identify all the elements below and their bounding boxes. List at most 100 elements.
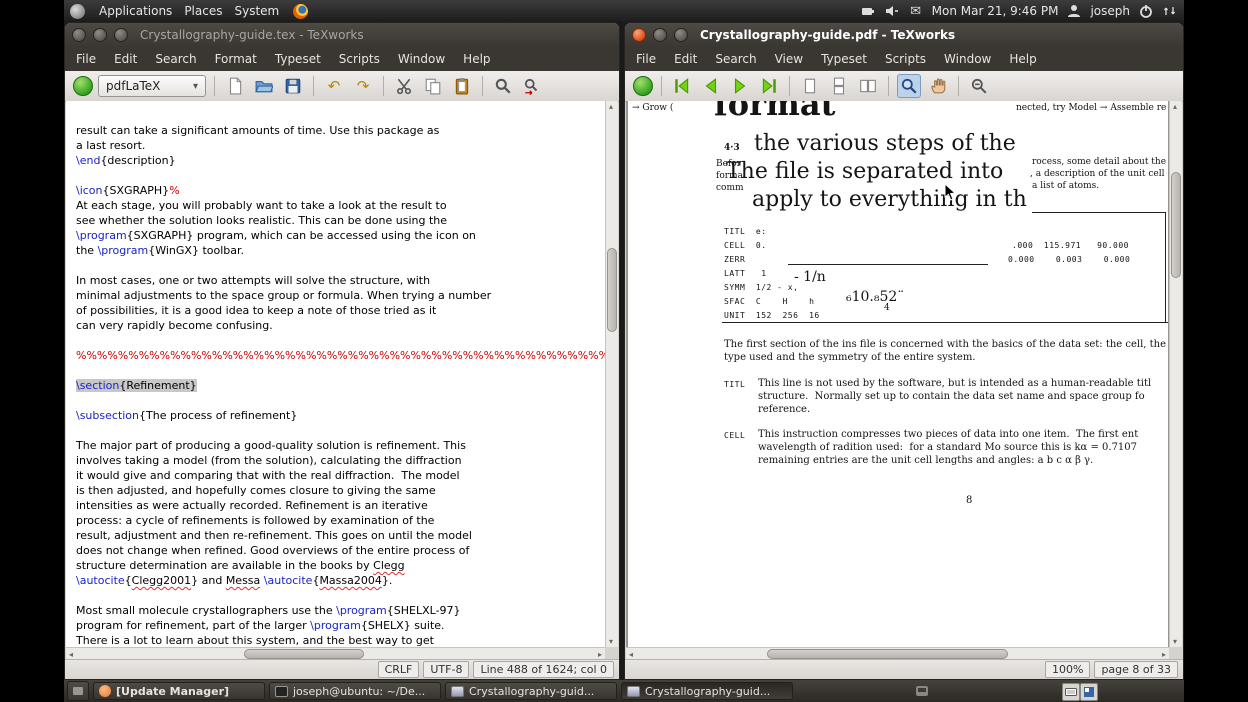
line-ending-indicator[interactable]: CRLF bbox=[378, 661, 420, 678]
pdf-titlebar[interactable]: Crystallography-guide.pdf - TeXworks bbox=[625, 23, 1183, 47]
editor-vertical-scrollbar[interactable]: ▴ ▾ bbox=[605, 101, 618, 647]
editor-line[interactable]: can very rapidly become confusing. bbox=[76, 318, 605, 333]
editor-line[interactable]: \autocite{Clegg2001} and Messa \autocite… bbox=[76, 573, 605, 588]
hand-tool-button[interactable] bbox=[926, 74, 950, 98]
menu-item[interactable]: Edit bbox=[105, 48, 146, 70]
editor-line[interactable]: result can take a significant amounts of… bbox=[76, 123, 605, 138]
scroll-down-icon[interactable]: ▾ bbox=[609, 636, 613, 647]
ubuntu-logo-icon[interactable] bbox=[70, 4, 85, 19]
menu-item[interactable]: File bbox=[627, 48, 665, 70]
power-icon[interactable] bbox=[1138, 3, 1154, 19]
editor-line[interactable]: \section{Refinement} bbox=[76, 378, 605, 393]
taskbar-item[interactable]: [Update Manager] bbox=[93, 682, 265, 700]
editor-textarea[interactable]: result can take a significant amounts of… bbox=[66, 101, 605, 647]
typeset-run-button[interactable] bbox=[633, 76, 653, 96]
editor-line[interactable]: see whether the solution looks realistic… bbox=[76, 213, 605, 228]
undo-button[interactable]: ↶ bbox=[322, 74, 346, 98]
redo-button[interactable]: ↷ bbox=[351, 74, 375, 98]
editor-line[interactable]: program for refinement, part of the larg… bbox=[76, 618, 605, 633]
editor-line[interactable] bbox=[76, 258, 605, 273]
menu-item[interactable]: Scripts bbox=[876, 48, 935, 70]
editor-line[interactable]: %%%%%%%%%%%%%%%%%%%%%%%%%%%%%%%%%%%%%%%%… bbox=[76, 348, 605, 363]
editor-line[interactable]: There is a lot to learn about this syste… bbox=[76, 633, 605, 647]
close-button[interactable] bbox=[72, 28, 86, 42]
mail-icon[interactable]: ✉ bbox=[908, 3, 924, 19]
menu-item[interactable]: Typeset bbox=[266, 48, 330, 70]
menu-item[interactable]: Window bbox=[935, 48, 1000, 70]
encoding-indicator[interactable]: UTF-8 bbox=[423, 661, 469, 678]
tray-applet-icon[interactable] bbox=[914, 683, 930, 699]
typeset-engine-select[interactable]: pdfLaTeX ▾ bbox=[98, 75, 206, 97]
single-page-view-button[interactable] bbox=[798, 74, 822, 98]
editor-line[interactable]: In most cases, one or two attempts will … bbox=[76, 273, 605, 288]
zoom-level-indicator[interactable]: 100% bbox=[1045, 661, 1090, 678]
menu-item[interactable]: Search bbox=[146, 48, 205, 70]
panel-menu-item[interactable]: Places bbox=[178, 0, 228, 22]
copy-button[interactable] bbox=[421, 74, 445, 98]
save-button[interactable] bbox=[281, 74, 305, 98]
editor-line[interactable]: does not change when refined. Good overv… bbox=[76, 543, 605, 558]
menu-item[interactable]: Edit bbox=[665, 48, 706, 70]
page-indicator[interactable]: page 8 of 33 bbox=[1094, 661, 1178, 678]
editor-line[interactable]: \end{description} bbox=[76, 153, 605, 168]
taskbar-item[interactable]: joseph@ubuntu: ~/De... bbox=[269, 682, 441, 700]
keyboard-indicator-icon[interactable] bbox=[1062, 683, 1080, 701]
battery-icon[interactable] bbox=[860, 3, 876, 19]
minimize-button[interactable] bbox=[93, 28, 107, 42]
menu-item[interactable]: Typeset bbox=[812, 48, 876, 70]
maximize-button[interactable] bbox=[674, 28, 688, 42]
editor-line[interactable]: At each stage, you will probably want to… bbox=[76, 198, 605, 213]
scrollbar-thumb[interactable] bbox=[767, 649, 1008, 659]
two-page-view-button[interactable] bbox=[856, 74, 880, 98]
editor-line[interactable]: minimal adjustments to the space group o… bbox=[76, 288, 605, 303]
editor-line[interactable]: intensities as were actually recorded. R… bbox=[76, 498, 605, 513]
continuous-view-button[interactable] bbox=[827, 74, 851, 98]
editor-line[interactable]: the \program{WinGX} toolbar. bbox=[76, 243, 605, 258]
zoom-fit-button[interactable] bbox=[967, 74, 991, 98]
scrollbar-thumb[interactable] bbox=[1171, 172, 1181, 278]
first-page-button[interactable] bbox=[670, 74, 694, 98]
firefox-icon[interactable] bbox=[293, 4, 308, 19]
menu-item[interactable]: File bbox=[67, 48, 105, 70]
menu-item[interactable]: View bbox=[766, 48, 812, 70]
editor-line[interactable]: structure determination are available in… bbox=[76, 558, 605, 573]
editor-line[interactable]: it would give and comparing that with th… bbox=[76, 468, 605, 483]
editor-line[interactable]: Most small molecule crystallographers us… bbox=[76, 603, 605, 618]
editor-line[interactable] bbox=[76, 423, 605, 438]
editor-line[interactable]: is then adjusted, and hopefully comes cl… bbox=[76, 483, 605, 498]
typeset-run-button[interactable] bbox=[73, 76, 93, 96]
editor-line[interactable]: \subsection{The process of refinement} bbox=[76, 408, 605, 423]
panel-menu-item[interactable]: System bbox=[228, 0, 285, 22]
new-document-button[interactable] bbox=[223, 74, 247, 98]
editor-titlebar[interactable]: Crystallography-guide.tex - TeXworks bbox=[65, 23, 619, 47]
open-button[interactable] bbox=[252, 74, 276, 98]
scroll-down-icon[interactable]: ▾ bbox=[1173, 636, 1177, 647]
last-page-button[interactable] bbox=[757, 74, 781, 98]
minimize-button[interactable] bbox=[653, 28, 667, 42]
editor-line[interactable]: a last resort. bbox=[76, 138, 605, 153]
replace-button[interactable] bbox=[520, 74, 544, 98]
find-button[interactable] bbox=[491, 74, 515, 98]
taskbar-item[interactable]: Crystallography-guid... bbox=[621, 682, 793, 700]
editor-line[interactable] bbox=[76, 363, 605, 378]
editor-line[interactable] bbox=[76, 168, 605, 183]
taskbar-item[interactable]: Crystallography-guid... bbox=[445, 682, 617, 700]
scrollbar-thumb[interactable] bbox=[244, 649, 365, 659]
scroll-up-icon[interactable]: ▴ bbox=[1173, 101, 1177, 112]
editor-line[interactable]: \program{SXGRAPH} program, which can be … bbox=[76, 228, 605, 243]
scrollbar-thumb[interactable] bbox=[607, 248, 617, 332]
next-page-button[interactable] bbox=[728, 74, 752, 98]
pdf-view-area[interactable]: → Grow (formatnected, try Model → Assemb… bbox=[626, 101, 1169, 647]
editor-line[interactable]: result, adjustment and then re-refinemen… bbox=[76, 528, 605, 543]
magnify-tool-button[interactable] bbox=[897, 74, 921, 98]
editor-line[interactable]: \icon{SXGRAPH}% bbox=[76, 183, 605, 198]
menu-item[interactable]: Window bbox=[389, 48, 454, 70]
workspace-applet-icon[interactable] bbox=[1080, 683, 1098, 701]
volume-icon[interactable] bbox=[884, 3, 900, 19]
editor-line[interactable] bbox=[76, 588, 605, 603]
editor-line[interactable]: involves taking a model (from the soluti… bbox=[76, 453, 605, 468]
menu-item[interactable]: Help bbox=[1000, 48, 1045, 70]
scroll-up-icon[interactable]: ▴ bbox=[609, 101, 613, 112]
pdf-vertical-scrollbar[interactable]: ▴ ▾ bbox=[1169, 101, 1182, 647]
close-button[interactable] bbox=[632, 28, 646, 42]
